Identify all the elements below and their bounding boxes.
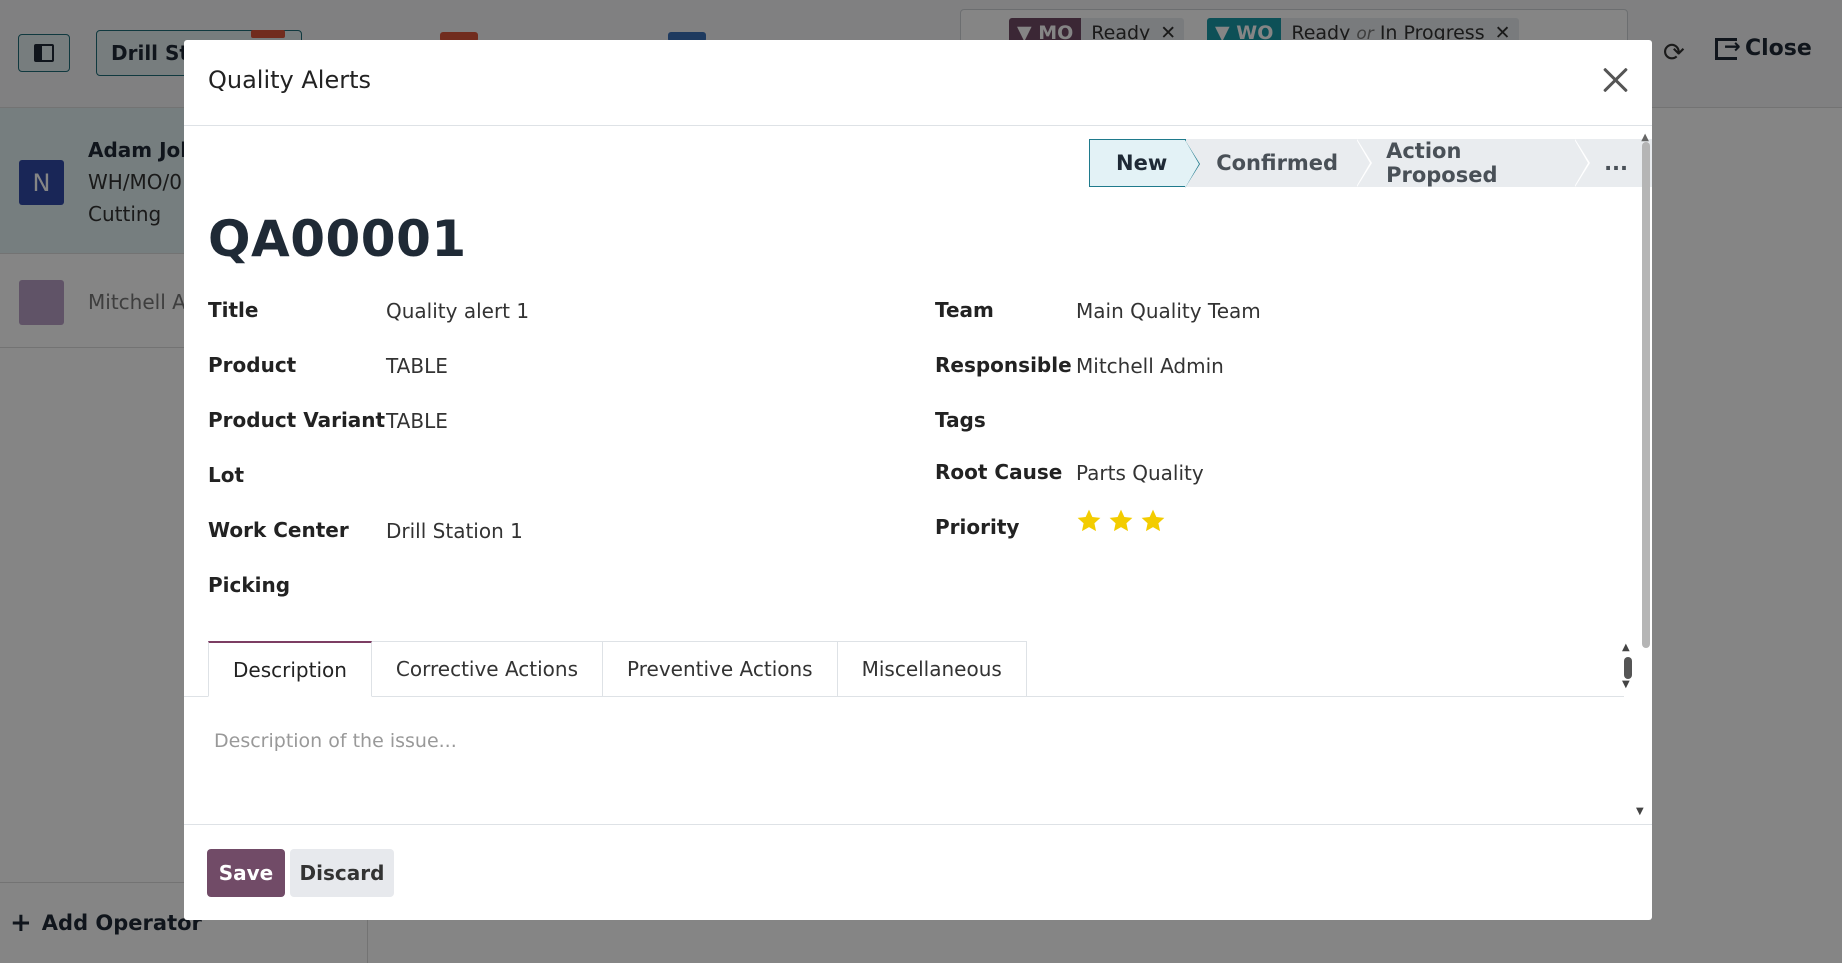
save-button[interactable]: Save bbox=[207, 849, 285, 897]
responsible-field[interactable]: Mitchell Admin bbox=[1076, 354, 1224, 378]
tab-miscellaneous[interactable]: Miscellaneous bbox=[837, 641, 1027, 697]
stage-label: ... bbox=[1604, 151, 1628, 175]
stage-label: Action Proposed bbox=[1386, 139, 1498, 187]
team-field[interactable]: Main Quality Team bbox=[1076, 299, 1261, 323]
stage-new[interactable]: New bbox=[1089, 139, 1201, 188]
title-label: Title bbox=[208, 298, 259, 322]
tab-corrective-actions[interactable]: Corrective Actions bbox=[371, 641, 604, 697]
record-name: QA00001 bbox=[208, 210, 467, 268]
notebook-tabs: Description Corrective Actions Preventiv… bbox=[208, 641, 1027, 697]
star-icon[interactable] bbox=[1140, 508, 1166, 534]
product-variant-field[interactable]: TABLE bbox=[386, 409, 448, 433]
modal-footer: Save Discard bbox=[184, 824, 1652, 920]
team-label: Team bbox=[935, 298, 994, 322]
stage-confirmed[interactable]: Confirmed bbox=[1186, 139, 1373, 187]
root-cause-label: Root Cause bbox=[935, 460, 1063, 484]
description-editor[interactable]: Description of the issue... bbox=[214, 730, 457, 752]
product-variant-label: Product Variant bbox=[208, 408, 386, 432]
lot-label: Lot bbox=[208, 463, 245, 487]
priority-stars[interactable] bbox=[1076, 508, 1166, 534]
modal-header: Quality Alerts bbox=[184, 40, 1652, 126]
status-bar: New Confirmed Action Proposed ... bbox=[1089, 139, 1652, 188]
tabs-scrollbar[interactable] bbox=[1624, 657, 1632, 679]
responsible-label: Responsible bbox=[935, 353, 1072, 377]
star-icon[interactable] bbox=[1108, 508, 1134, 534]
root-cause-field[interactable]: Parts Quality bbox=[1076, 461, 1204, 485]
title-field[interactable]: Quality alert 1 bbox=[386, 299, 529, 323]
stage-label: Confirmed bbox=[1216, 151, 1339, 175]
work-center-label: Work Center bbox=[208, 518, 349, 542]
modal-title: Quality Alerts bbox=[208, 66, 372, 94]
product-field[interactable]: TABLE bbox=[386, 354, 448, 378]
priority-label: Priority bbox=[935, 515, 1020, 539]
product-label: Product bbox=[208, 353, 297, 377]
tabs-scroll-up-icon[interactable]: ▲ bbox=[1622, 642, 1630, 653]
dialog-scroll-thumb[interactable] bbox=[1642, 142, 1650, 648]
discard-button[interactable]: Discard bbox=[290, 849, 394, 897]
close-icon[interactable] bbox=[1600, 64, 1632, 96]
quality-alert-dialog: Quality Alerts New Confirmed Action Prop… bbox=[184, 40, 1652, 920]
star-icon[interactable] bbox=[1076, 508, 1102, 534]
stage-label: New bbox=[1116, 151, 1168, 175]
tab-preventive-actions[interactable]: Preventive Actions bbox=[603, 641, 838, 697]
tabs-scroll-down-icon[interactable]: ▼ bbox=[1622, 679, 1630, 690]
tab-description[interactable]: Description bbox=[208, 641, 372, 697]
stage-action-proposed[interactable]: Action Proposed bbox=[1356, 139, 1591, 187]
picking-label: Picking bbox=[208, 573, 291, 597]
work-center-field[interactable]: Drill Station 1 bbox=[386, 519, 523, 543]
tags-label: Tags bbox=[935, 408, 986, 432]
